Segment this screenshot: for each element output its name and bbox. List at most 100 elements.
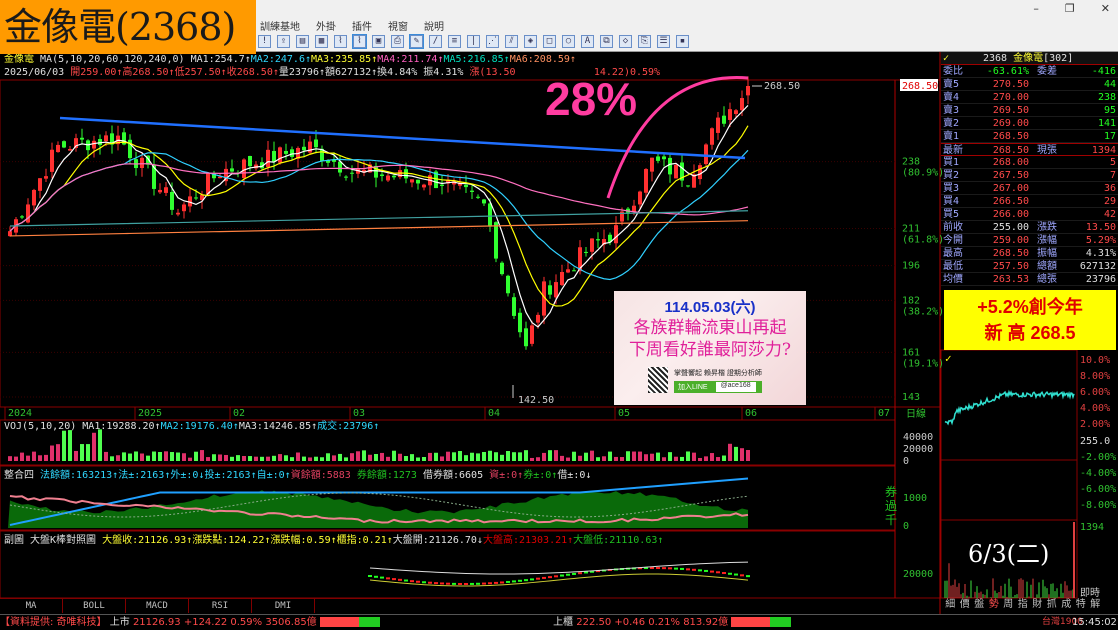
candle-body bbox=[668, 157, 672, 175]
ad-banner[interactable]: 114.05.03(六) 各族群輪流東山再起 下周看好誰最阿莎力? 掌聲響起 賴… bbox=[614, 291, 806, 405]
right-tab[interactable]: 特 bbox=[1074, 598, 1089, 613]
candle-body bbox=[494, 222, 498, 259]
price-axis-label: 143 bbox=[902, 392, 920, 403]
date-axis-label: 02 bbox=[233, 408, 245, 419]
candle-body bbox=[560, 272, 564, 286]
right-tab[interactable]: 勢 bbox=[987, 598, 1002, 613]
index-candle bbox=[728, 572, 732, 575]
volume-bar bbox=[212, 454, 216, 461]
volume-bar bbox=[416, 457, 420, 461]
line-id: @ace168 bbox=[715, 381, 756, 392]
order-book-row: 買5 266.00 42 bbox=[941, 209, 1118, 221]
date-axis-label: 03 bbox=[353, 408, 365, 419]
index-candle bbox=[428, 581, 432, 584]
candle-body bbox=[392, 175, 396, 178]
volume-bar bbox=[230, 456, 234, 461]
volume-bar bbox=[146, 455, 150, 461]
candle-body bbox=[314, 139, 318, 148]
tab-boll[interactable]: BOLL bbox=[63, 599, 126, 613]
volume-bar bbox=[194, 451, 198, 461]
candle-body bbox=[584, 251, 588, 253]
right-tab[interactable]: 財 bbox=[1030, 598, 1045, 613]
candle-body bbox=[536, 314, 540, 323]
candle-body bbox=[38, 178, 42, 191]
date-axis-label: 06 bbox=[745, 408, 757, 419]
volume-bar bbox=[662, 457, 666, 461]
volume-bar bbox=[80, 444, 84, 461]
tab-dmi[interactable]: DMI bbox=[252, 599, 315, 613]
index-candle bbox=[464, 582, 468, 585]
intraday-ref-price: 255.0 bbox=[1080, 436, 1110, 447]
candle-body bbox=[176, 212, 180, 215]
volume-bar bbox=[656, 452, 660, 461]
intraday-axis-up: 8.00% bbox=[1080, 371, 1110, 382]
candle-body bbox=[548, 285, 552, 295]
chip-unit: 券過千 bbox=[885, 485, 898, 527]
volume-bar bbox=[368, 454, 372, 461]
period-label: 日線 bbox=[906, 407, 926, 420]
price-axis-pct: (19.1%) bbox=[902, 358, 944, 369]
intraday-vol-max: 1394 bbox=[1080, 522, 1104, 533]
candle-body bbox=[656, 156, 660, 161]
volume-bar bbox=[710, 453, 714, 461]
volume-bar bbox=[68, 430, 72, 461]
index-candle bbox=[656, 567, 660, 570]
right-tab[interactable]: 成 bbox=[1059, 598, 1074, 613]
index-candles bbox=[368, 567, 750, 585]
volume-bar bbox=[464, 455, 468, 461]
order-book-row: 最高 268.50 振幅 4.31% bbox=[941, 248, 1118, 260]
volume-bar bbox=[692, 452, 696, 461]
volume-bar bbox=[302, 456, 306, 461]
right-tab[interactable]: 指 bbox=[1016, 598, 1031, 613]
volume-bar bbox=[428, 452, 432, 461]
right-tab[interactable]: 解 bbox=[1088, 598, 1103, 613]
volume-bar bbox=[104, 451, 108, 461]
volume-bar bbox=[680, 456, 684, 461]
volume-bar bbox=[44, 454, 48, 461]
right-tab[interactable]: 價 bbox=[958, 598, 973, 613]
right-tab[interactable]: 盤 bbox=[972, 598, 987, 613]
tab-rsi[interactable]: RSI bbox=[189, 599, 252, 613]
volume-bar bbox=[452, 452, 456, 461]
volume-bar bbox=[686, 451, 690, 461]
volume-bar bbox=[242, 455, 246, 461]
index-candle bbox=[746, 575, 750, 578]
volume-bar bbox=[122, 452, 126, 461]
line-button[interactable]: 加入LINE bbox=[678, 382, 708, 392]
index-candle bbox=[386, 577, 390, 580]
right-tab[interactable]: 細 bbox=[943, 598, 958, 613]
panel-frame bbox=[940, 459, 1078, 521]
candle-body bbox=[182, 204, 186, 212]
price-axis-label: 161 bbox=[902, 347, 920, 358]
order-book-row: 買4 266.50 29 bbox=[941, 196, 1118, 208]
candle-body bbox=[686, 185, 690, 187]
candle-body bbox=[518, 312, 522, 333]
volume-bar bbox=[440, 456, 444, 461]
price-axis-pct: (38.2%) bbox=[902, 306, 944, 317]
right-tab[interactable]: 周 bbox=[1001, 598, 1016, 613]
index-candle bbox=[518, 579, 522, 582]
candle-body bbox=[638, 191, 642, 205]
index-candle bbox=[674, 567, 678, 570]
indicator-tabs: MA BOLL MACD RSI DMI bbox=[0, 598, 410, 613]
order-book: ✓ 2368 金像電 [302] 委比 -63.61% 委差 -416 賣5 270.50 4… bbox=[941, 52, 1118, 286]
tab-ma[interactable]: MA bbox=[0, 599, 63, 613]
index-candle bbox=[710, 570, 714, 573]
volume-bar bbox=[140, 453, 144, 461]
order-book-row: 賣5 270.50 44 bbox=[941, 79, 1118, 91]
volume-bar bbox=[602, 456, 606, 461]
price-axis-pct: (61.8%) bbox=[902, 234, 944, 245]
volume-bar bbox=[290, 457, 294, 461]
order-book-row: 買3 267.00 36 bbox=[941, 183, 1118, 195]
volume-bar bbox=[62, 430, 66, 461]
tab-macd[interactable]: MACD bbox=[126, 599, 189, 613]
volume-bar bbox=[512, 452, 516, 461]
order-book-row: 最低 257.50 總額 627132 bbox=[941, 261, 1118, 273]
ask-rows: 賣5 270.50 44 賣4 270.00 238 賣3 269.50 95 賣2 269.00 1… bbox=[941, 78, 1118, 143]
right-tab[interactable]: 抓 bbox=[1045, 598, 1060, 613]
intraday-axis-down: -4.00% bbox=[1080, 468, 1116, 479]
volume-bar bbox=[632, 451, 636, 461]
volume-bar bbox=[260, 456, 264, 461]
volume-bar bbox=[518, 452, 522, 461]
index-candle bbox=[554, 575, 558, 578]
